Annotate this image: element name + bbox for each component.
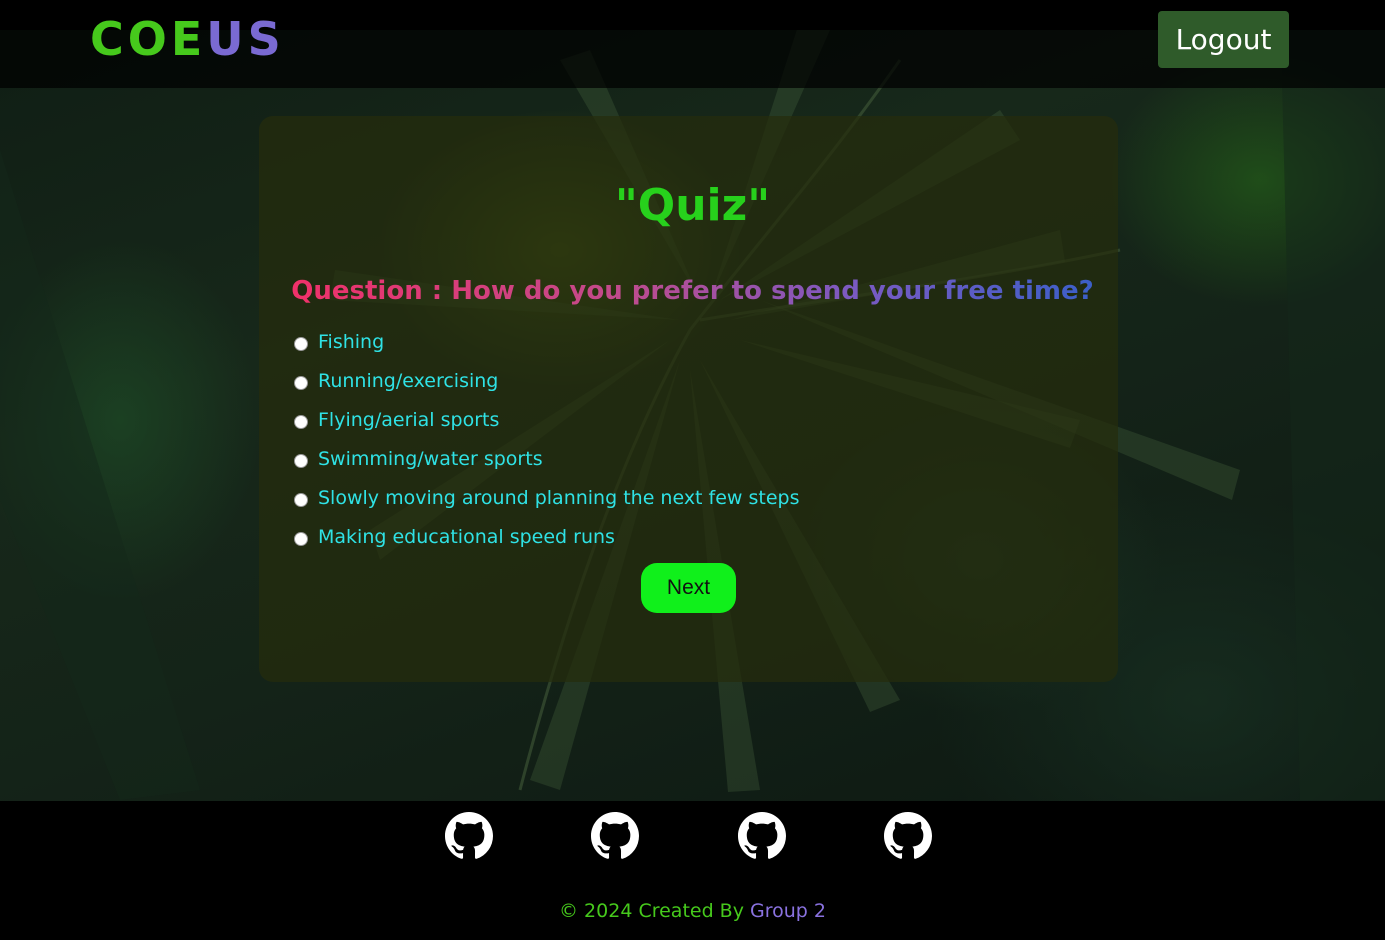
github-icon[interactable] (738, 812, 786, 860)
quiz-title: "Quiz" (614, 180, 771, 231)
option-label[interactable]: Fishing (318, 330, 384, 354)
copyright-part1: © 2024 Created By (559, 900, 750, 922)
radio-button[interactable] (294, 531, 308, 546)
radio-button[interactable] (294, 375, 308, 390)
radio-button[interactable] (294, 336, 308, 351)
copyright-part2: Group 2 (750, 900, 826, 922)
option-label[interactable]: Swimming/water sports (318, 447, 543, 471)
coeus-logo[interactable]: COEUS (90, 10, 285, 68)
option-fishing[interactable]: Fishing (292, 324, 800, 363)
question-text: Question : How do you prefer to spend yo… (0, 274, 1385, 308)
radio-button[interactable] (294, 414, 308, 429)
github-icon[interactable] (445, 812, 493, 860)
option-swimming[interactable]: Swimming/water sports (292, 441, 800, 480)
question-label: Question : How do you prefer to spend yo… (291, 276, 1094, 306)
option-label[interactable]: Flying/aerial sports (318, 408, 499, 432)
option-running[interactable]: Running/exercising (292, 363, 800, 402)
logo-text-part1: COE (90, 12, 207, 66)
radio-button[interactable] (294, 492, 308, 507)
option-label[interactable]: Making educational speed runs (318, 525, 615, 549)
option-label[interactable]: Slowly moving around planning the next f… (318, 486, 800, 510)
answer-options: Fishing Running/exercising Flying/aerial… (292, 324, 800, 558)
next-button[interactable]: Next (641, 563, 736, 613)
radio-button[interactable] (294, 453, 308, 468)
copyright-text: © 2024 Created By Group 2 (0, 897, 1385, 925)
github-icon[interactable] (884, 812, 932, 860)
option-label[interactable]: Running/exercising (318, 369, 498, 393)
option-speed-runs[interactable]: Making educational speed runs (292, 519, 800, 558)
logo-text-part2: US (206, 12, 285, 66)
top-navbar: COEUS Logout (0, 0, 1385, 88)
github-icon[interactable] (591, 812, 639, 860)
option-flying[interactable]: Flying/aerial sports (292, 402, 800, 441)
option-slowly-moving[interactable]: Slowly moving around planning the next f… (292, 480, 800, 519)
logout-button[interactable]: Logout (1158, 11, 1289, 68)
